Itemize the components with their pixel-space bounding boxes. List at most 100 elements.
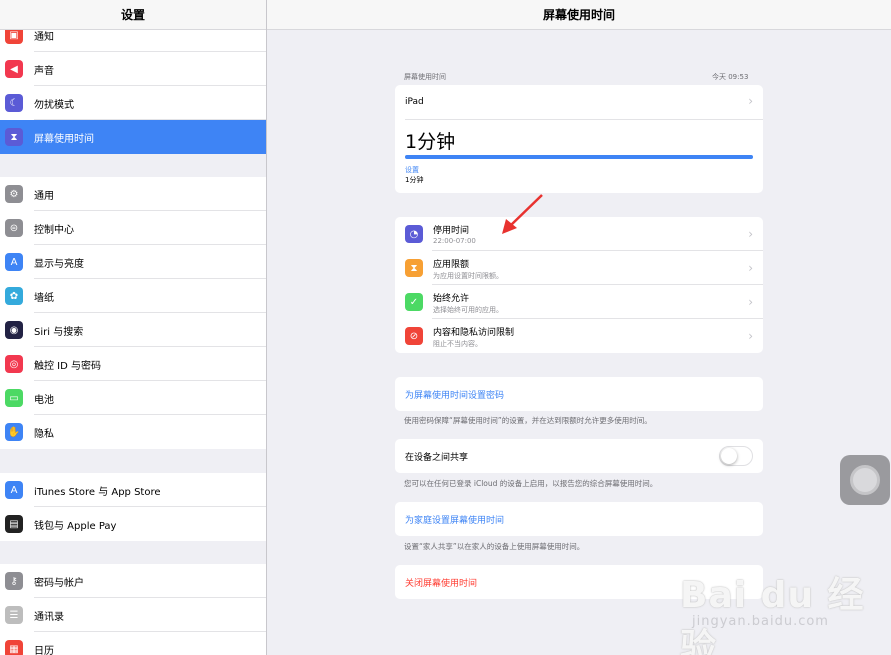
usage-summary-card[interactable]: iPad › 1分钟 设置 1分钟 (395, 85, 763, 193)
fingerprint-icon: ◎ (5, 355, 23, 373)
sidebar-item[interactable]: ▤ 钱包与 Apple Pay (0, 507, 266, 541)
total-usage: 1分钟 (405, 131, 456, 153)
sidebar-group-4: ⚷ 密码与帐户 ☰ 通讯录 ▦ 日历 (0, 564, 266, 655)
sidebar-group-1: ▣ 通知 ◀ 声音 ☾ 勿扰模式 ⧗ 屏幕使用时间 (0, 18, 266, 154)
hourglass-icon: ⧗ (405, 259, 423, 277)
features-card: ◔ 停用时间 22:00-07:00 › ⧗ 应用限额为应用设置时间限额。 › ✓ 始终允许选择… (395, 217, 763, 353)
device-name: iPad (405, 97, 424, 107)
sidebar-item[interactable]: ☾ 勿扰模式 (0, 86, 266, 120)
battery-icon: ▭ (5, 389, 23, 407)
feature-subtitle: 阻止不当内容。 (433, 340, 482, 348)
calendar-icon: ▦ (5, 640, 23, 655)
sidebar-item[interactable]: ⧗ 屏幕使用时间 (0, 120, 266, 154)
toggle-knob (721, 448, 737, 464)
sidebar-group-3: AiTunes Store 与 App Store ▤ 钱包与 Apple Pay (0, 473, 266, 541)
summary-caption: 屏幕使用时间 (404, 73, 446, 81)
summary-timestamp: 今天 09:53 (712, 73, 749, 81)
family-note: 设置“家人共享”以在家人的设备上使用屏幕使用时间。 (404, 542, 585, 551)
watermark-logo: Bai du 经验 (680, 575, 865, 655)
sidebar-item[interactable]: ◎ 触控 ID 与密码 (0, 347, 266, 381)
set-passcode-link[interactable]: 为屏幕使用时间设置密码 (405, 388, 504, 401)
key-icon: ⚷ (5, 572, 23, 590)
sidebar-item-label: 声音 (34, 65, 54, 77)
sidebar-title: 设置 (0, 0, 266, 30)
sidebar-item[interactable]: ✋ 隐私 (0, 415, 266, 449)
sidebar-item-label: 隐私 (34, 428, 54, 440)
restriction-icon: ⊘ (405, 327, 423, 345)
sidebar-item-label: 显示与亮度 (34, 258, 84, 270)
sidebar-item[interactable]: AiTunes Store 与 App Store (0, 473, 266, 507)
feature-row[interactable]: ⧗ 应用限额为应用设置时间限额。 › (395, 251, 763, 285)
sidebar-item-label: 密码与帐户 (34, 577, 84, 589)
downtime-icon: ◔ (405, 225, 423, 243)
category-time: 1分钟 (405, 176, 424, 184)
hourglass-icon: ⧗ (5, 128, 23, 146)
passcode-note: 使用密码保障“屏幕使用时间”的设置，并在达到限额时允许更多使用时间。 (404, 416, 652, 425)
sidebar-item[interactable]: ⊜ 控制中心 (0, 211, 266, 245)
feature-subtitle: 22:00-07:00 (433, 237, 476, 245)
text-size-icon: A (5, 253, 23, 271)
sidebar-item-label: 屏幕使用时间 (34, 133, 94, 145)
watermark-url: jingyan.baidu.com (692, 614, 829, 629)
sidebar-item[interactable]: ◉ Siri 与搜索 (0, 313, 266, 347)
sidebar-item[interactable]: ▭ 电池 (0, 381, 266, 415)
sidebar-item-label: 通用 (34, 190, 54, 202)
usage-progress-fill (405, 155, 753, 159)
usage-progress-bar (405, 155, 753, 159)
feature-row[interactable]: ✓ 始终允许 选择始终可用的应用。 › (395, 285, 763, 319)
page-title: 屏幕使用时间 (267, 0, 891, 30)
share-label: 在设备之间共享 (405, 453, 469, 463)
sound-icon: ◀ (5, 60, 23, 78)
feature-title: 内容和隐私访问限制 (433, 328, 515, 338)
sidebar-item[interactable]: ◀ 声音 (0, 52, 266, 86)
annotation-arrow-icon (502, 194, 543, 234)
sidebar-item-label: 通讯录 (34, 611, 64, 623)
sidebar-item-label: 勿扰模式 (34, 99, 74, 111)
checkmark-icon: ✓ (405, 293, 423, 311)
category-label: 设置 (405, 166, 419, 174)
family-card[interactable]: 为家庭设置屏幕使用时间 (395, 502, 763, 536)
chevron-right-icon: › (748, 94, 753, 108)
assistive-touch-button[interactable] (840, 455, 890, 505)
siri-icon: ◉ (5, 321, 23, 339)
settings-sidebar: ▣ 通知 ◀ 声音 ☾ 勿扰模式 ⧗ 屏幕使用时间 ⚙ 通用 ⊜ 控制中心 A 显示与亮度 ✿ 墙纸 ◉ Sir… (0, 0, 267, 655)
sidebar-item[interactable]: A 显示与亮度 (0, 245, 266, 279)
chevron-right-icon: › (748, 261, 753, 275)
divider (405, 119, 763, 120)
feature-title: 停用时间 (433, 226, 470, 236)
sidebar-item-label: 钱包与 Apple Pay (34, 520, 117, 532)
chevron-right-icon: › (748, 227, 753, 241)
sidebar-item[interactable]: ⚙ 通用 (0, 177, 266, 211)
flower-icon: ✿ (5, 287, 23, 305)
gear-icon: ⚙ (5, 185, 23, 203)
sidebar-item[interactable]: ✿ 墙纸 (0, 279, 266, 313)
sidebar-item-label: 墙纸 (34, 292, 54, 304)
feature-subtitle: 为应用设置时间限额。 (433, 272, 503, 280)
contacts-icon: ☰ (5, 606, 23, 624)
family-setup-link[interactable]: 为家庭设置屏幕使用时间 (405, 513, 504, 526)
chevron-right-icon: › (748, 329, 753, 343)
toggles-icon: ⊜ (5, 219, 23, 237)
hand-icon: ✋ (5, 423, 23, 441)
feature-title: 始终允许 (433, 294, 470, 304)
moon-icon: ☾ (5, 94, 23, 112)
feature-subtitle: 选择始终可用的应用。 (433, 306, 503, 314)
passcode-card[interactable]: 为屏幕使用时间设置密码 (395, 377, 763, 411)
sidebar-item-label: 日历 (34, 645, 54, 655)
feature-row[interactable]: ⊘ 内容和隐私访问限制 阻止不当内容。 › (395, 319, 763, 353)
sidebar-item-label: iTunes Store 与 App Store (34, 486, 161, 498)
sidebar-item-label: 控制中心 (34, 224, 74, 236)
sidebar-item-label: 触控 ID 与密码 (34, 360, 102, 372)
share-card: 在设备之间共享 (395, 439, 763, 473)
feature-row[interactable]: ◔ 停用时间 22:00-07:00 › (395, 217, 763, 251)
sidebar-item[interactable]: ⚷ 密码与帐户 (0, 564, 266, 598)
turn-off-screen-time-button[interactable]: 关闭屏幕使用时间 (405, 576, 477, 589)
wallet-icon: ▤ (5, 515, 23, 533)
feature-title: 应用限额 (433, 260, 470, 270)
sidebar-item-label: 电池 (34, 394, 54, 406)
share-note: 您可以在任何已登录 iCloud 的设备上启用，以报告您的综合屏幕使用时间。 (404, 479, 658, 488)
share-toggle[interactable] (719, 446, 753, 466)
sidebar-item[interactable]: ☰ 通讯录 (0, 598, 266, 632)
app-store-icon: A (5, 481, 23, 499)
sidebar-item[interactable]: ▦ 日历 (0, 632, 266, 655)
